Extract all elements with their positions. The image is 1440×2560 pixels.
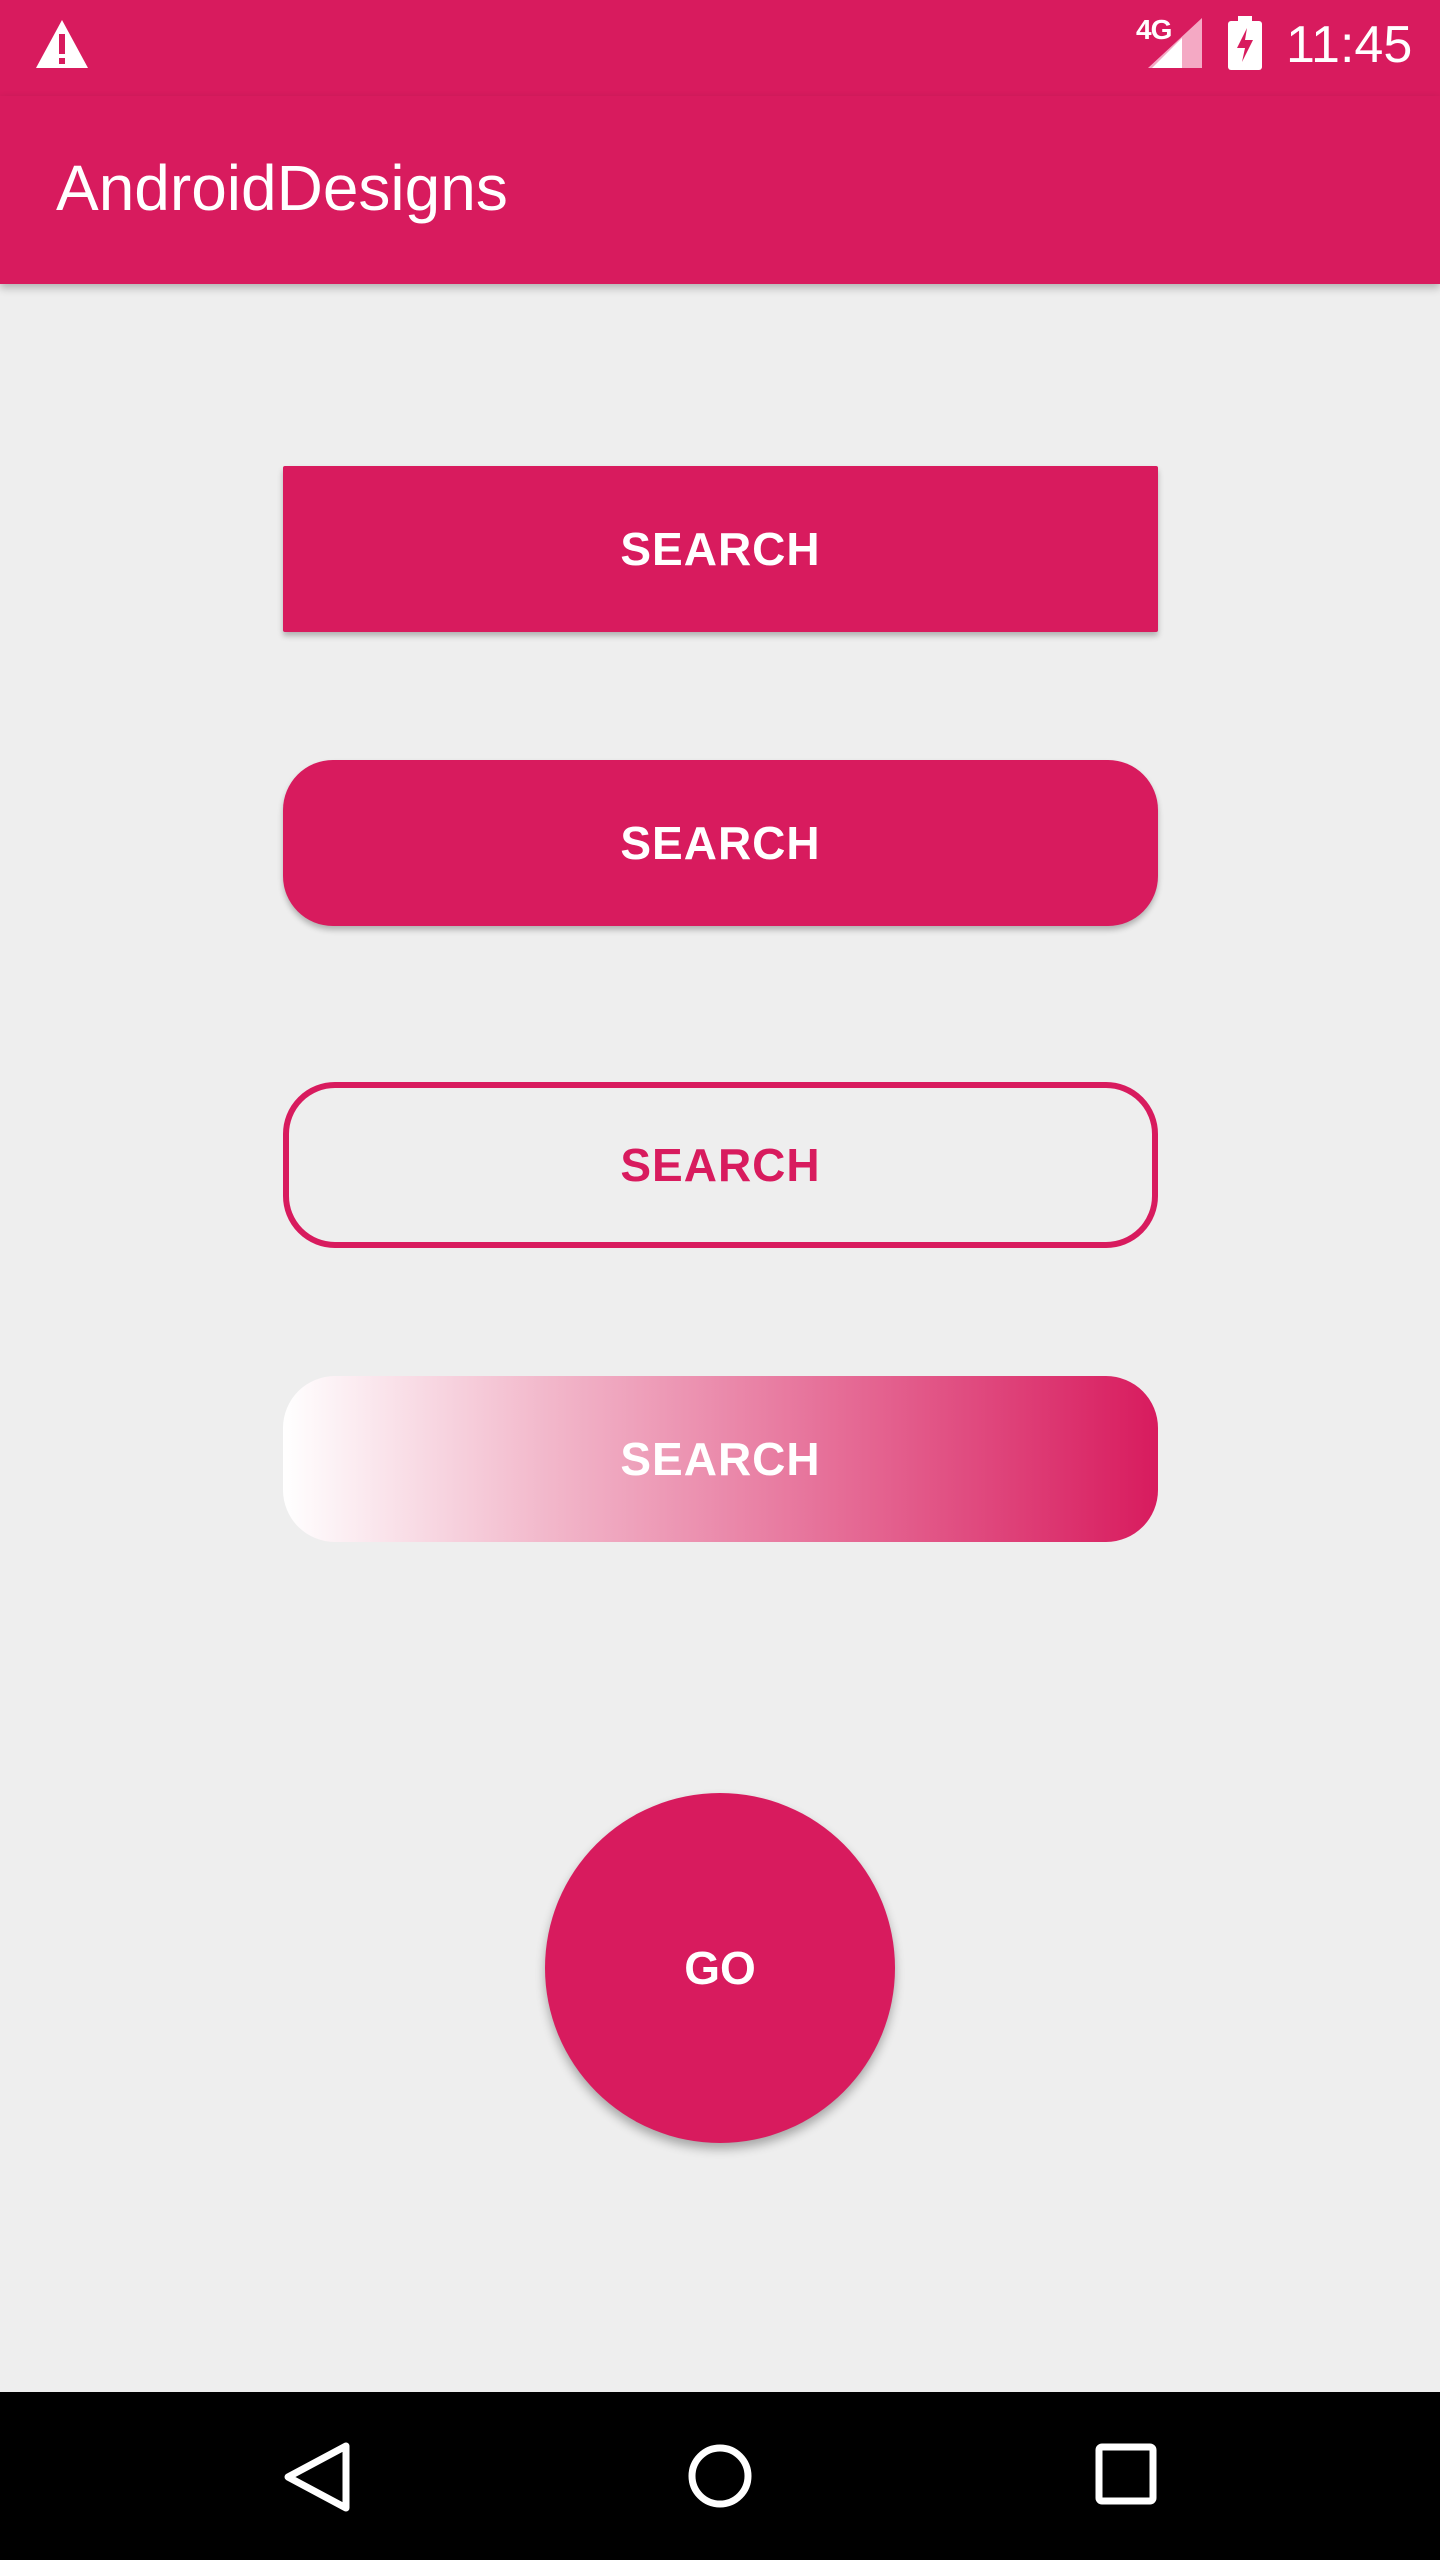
status-bar: 4G 11:45 bbox=[0, 0, 1440, 96]
go-button-label: GO bbox=[684, 1942, 756, 1994]
search-button-label: SEARCH bbox=[620, 1433, 821, 1485]
search-button-label: SEARCH bbox=[620, 523, 821, 575]
search-button-outlined[interactable]: SEARCH bbox=[283, 1082, 1158, 1248]
app-bar: AndroidDesigns bbox=[0, 96, 1440, 284]
status-time: 11:45 bbox=[1286, 16, 1413, 74]
navigation-bar bbox=[0, 2392, 1440, 2560]
app-title: AndroidDesigns bbox=[56, 152, 508, 224]
warning-icon bbox=[36, 20, 88, 68]
search-button-label: SEARCH bbox=[620, 1139, 821, 1191]
back-icon[interactable] bbox=[280, 2440, 352, 2514]
search-button-label: SEARCH bbox=[620, 817, 821, 869]
search-button-rectangular[interactable]: SEARCH bbox=[283, 466, 1158, 632]
home-icon[interactable] bbox=[686, 2442, 754, 2510]
signal-icon bbox=[1148, 18, 1202, 68]
go-button[interactable]: GO bbox=[545, 1793, 895, 2143]
search-button-gradient[interactable]: SEARCH bbox=[283, 1376, 1158, 1542]
search-button-rounded[interactable]: SEARCH bbox=[283, 760, 1158, 926]
recents-icon[interactable] bbox=[1094, 2442, 1158, 2506]
battery-charging-icon bbox=[1228, 16, 1262, 70]
